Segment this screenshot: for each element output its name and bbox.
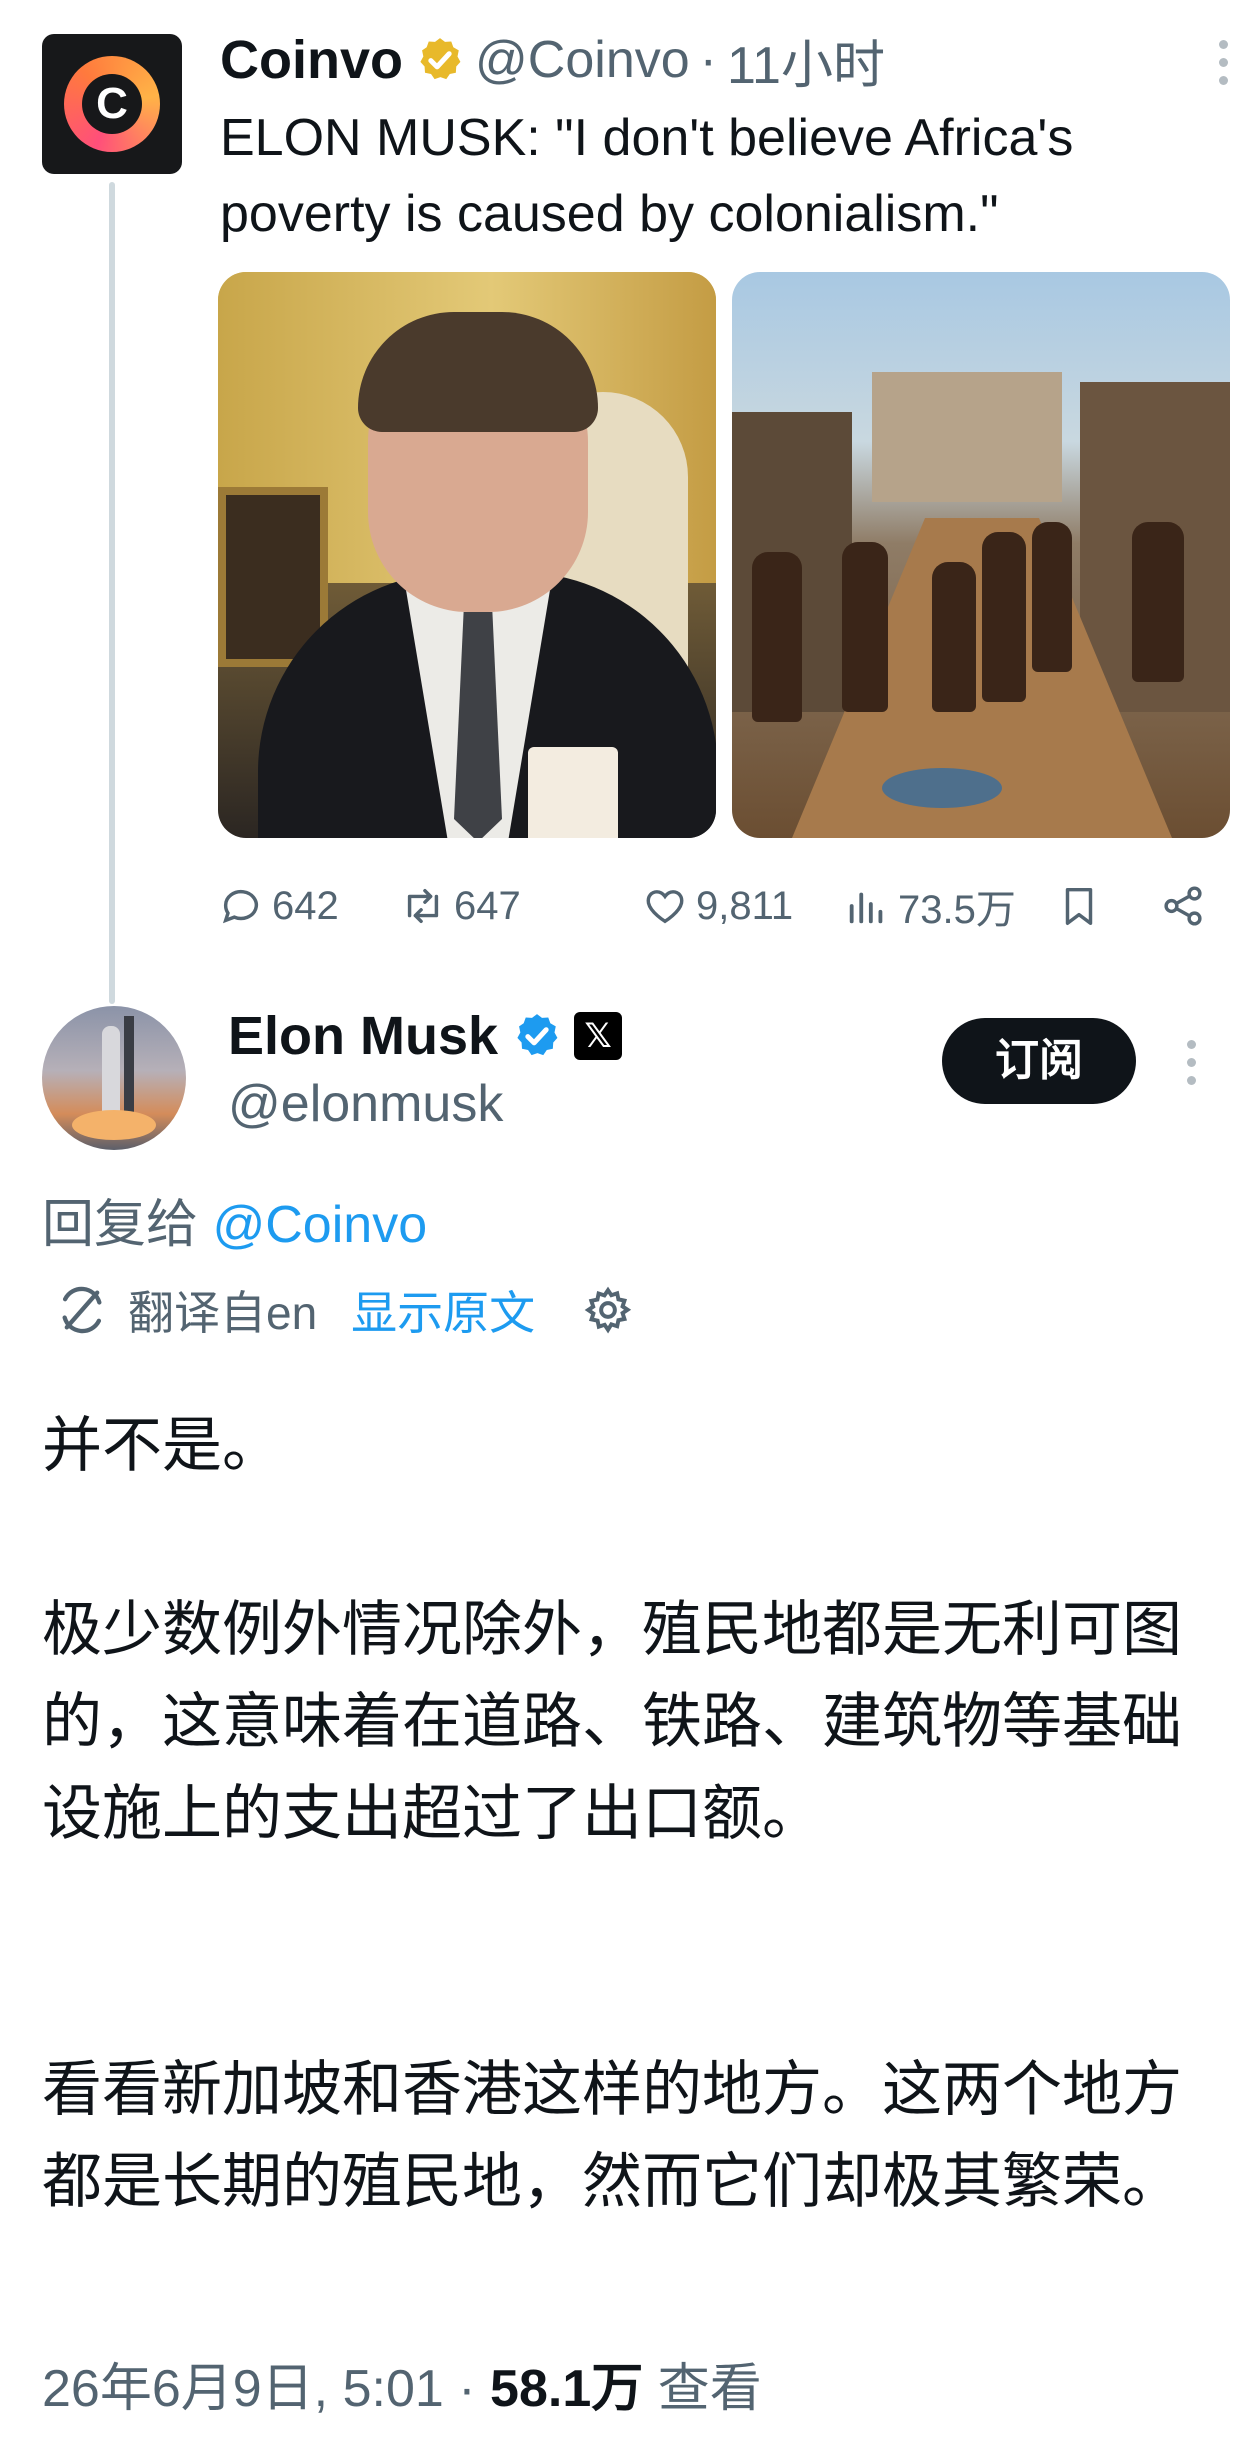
reply-prefix: 回复给 <box>42 1196 199 1254</box>
like-action[interactable]: 9,811 <box>642 883 793 929</box>
coinvo-handle[interactable]: @Coinvo <box>475 30 690 90</box>
share-icon <box>1164 886 1202 926</box>
views-icon <box>849 892 883 924</box>
share-action[interactable] <box>1160 883 1206 929</box>
gear-icon[interactable] <box>583 1285 633 1335</box>
replying-to-line: 回复给 @Coinvo <box>42 1182 427 1257</box>
tweet-timestamp-row: 26年6月9日, 5:01 · 58.1万 查看 <box>42 2346 762 2421</box>
elonmusk-display-name[interactable]: Elon Musk <box>228 1005 498 1067</box>
translation-bar: 翻译自en 显示原文 <box>56 1278 633 1342</box>
blue-verified-icon <box>517 1014 558 1056</box>
media-photo-man-in-suit[interactable] <box>218 272 716 838</box>
quoted-tweet-header: Coinvo @Coinvo · 11小时 <box>220 22 885 98</box>
bookmark-action[interactable] <box>1056 883 1102 929</box>
meta-separator: · <box>458 2360 476 2418</box>
main-tweet-header: Elon Musk 𝕏 <box>228 1000 623 1072</box>
repost-action[interactable]: 647 <box>400 883 521 929</box>
views-count: 73.5万 <box>898 888 1016 932</box>
reply-mention-link[interactable]: @Coinvo <box>212 1196 427 1254</box>
elonmusk-avatar[interactable] <box>42 1006 186 1150</box>
reply-icon <box>222 889 259 924</box>
quoted-tweet-text: ELON MUSK: "I don't believe Africa's pov… <box>220 109 1074 243</box>
tweet-media-grid <box>218 272 1230 838</box>
tweet-paragraph: 看看新加坡和香港这样的地方。这两个地方都是长期的殖民地，然而它们却极其繁荣。 <box>42 2055 1182 2217</box>
bookmark-icon <box>1065 887 1093 925</box>
gold-verified-icon <box>420 38 461 80</box>
repost-count: 647 <box>454 883 521 928</box>
tweet-actions-bar: 642 647 9,811 73.5万 <box>218 876 1230 936</box>
more-icon[interactable] <box>1184 1040 1198 1085</box>
elonmusk-handle[interactable]: @elonmusk <box>228 1074 503 1134</box>
views-label: 查看 <box>657 2360 762 2418</box>
thread-connector-line <box>109 182 115 1004</box>
more-icon[interactable] <box>1216 40 1230 85</box>
tweet-paragraph: 极少数例外情况除外，殖民地都是无利可图的，这意味着在道路、铁路、建筑物等基础设施… <box>42 1595 1182 1849</box>
repost-icon <box>407 888 439 924</box>
coinvo-avatar[interactable]: C <box>42 34 182 174</box>
reply-count: 642 <box>272 883 339 928</box>
reply-action[interactable]: 642 <box>218 883 339 929</box>
like-icon <box>646 890 684 924</box>
translated-from-label: 翻译自en <box>128 1287 318 1339</box>
views-total: 58.1万 <box>490 2360 644 2418</box>
media-photo-street-children[interactable] <box>732 272 1230 838</box>
translate-icon <box>62 1286 102 1334</box>
show-original-link[interactable]: 显示原文 <box>351 1277 535 1343</box>
views-action[interactable]: 73.5万 <box>844 877 1016 935</box>
like-count: 9,811 <box>696 883 794 928</box>
meta-separator: · <box>699 31 717 89</box>
coinvo-logo-letter: C <box>96 79 128 128</box>
x-logo-icon: 𝕏 <box>574 1012 623 1060</box>
tweet-time[interactable]: 11小时 <box>727 23 885 98</box>
tweet-date-time[interactable]: 26年6月9日, 5:01 <box>42 2360 444 2418</box>
subscribe-button[interactable]: 订阅 <box>942 1018 1136 1104</box>
tweet-paragraph: 并不是。 <box>42 1411 282 1481</box>
coinvo-display-name[interactable]: Coinvo <box>220 29 403 91</box>
